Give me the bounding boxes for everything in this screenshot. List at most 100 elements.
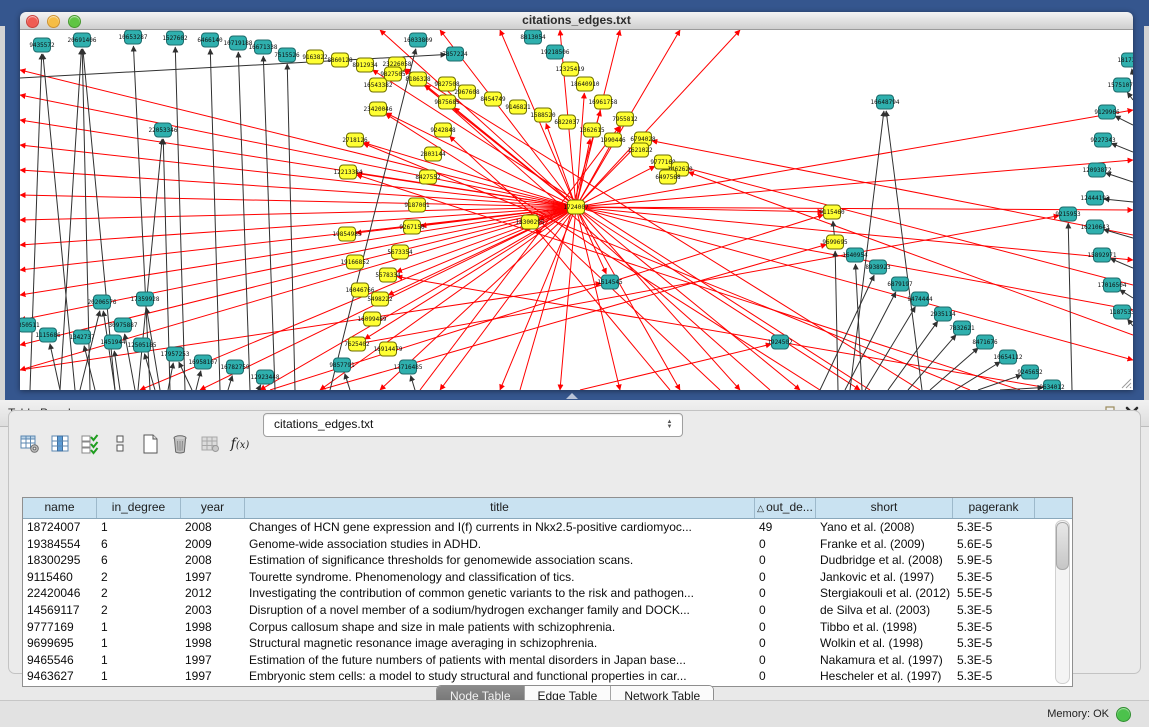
graph-node[interactable]: 16099489 <box>358 312 387 326</box>
graph-node[interactable]: 8912934 <box>352 58 378 72</box>
graph-node[interactable]: 7832621 <box>949 321 975 335</box>
table-row[interactable]: 2242004622012Investigating the contribut… <box>23 585 1072 602</box>
graph-node[interactable]: 16782759 <box>221 360 250 374</box>
graph-node[interactable]: 1817304 <box>1117 53 1133 67</box>
graph-node[interactable]: 12325419 <box>556 62 585 76</box>
table-row[interactable]: 1456911722003Disruption of a novel membe… <box>23 602 1072 619</box>
graph-node[interactable]: 1451944 <box>100 335 126 349</box>
table-row[interactable]: 1830029562008Estimation of significance … <box>23 552 1072 569</box>
network-canvas[interactable]: 1724007916382288601288912934232260589827… <box>20 30 1133 390</box>
graph-node[interactable]: 18640910 <box>571 77 600 91</box>
graph-node[interactable]: 9215953 <box>1055 207 1081 221</box>
graph-node[interactable]: 8454749 <box>480 92 506 106</box>
graph-node[interactable]: 30975887 <box>109 318 138 332</box>
new-document-button[interactable] <box>137 431 163 457</box>
graph-node[interactable]: 9435572 <box>29 38 55 52</box>
graph-node[interactable]: 17957253 <box>161 347 190 361</box>
table-settings-button[interactable] <box>17 431 43 457</box>
graph-node[interactable]: 9187001 <box>404 198 430 212</box>
graph-node[interactable]: 16210643 <box>1081 220 1110 234</box>
graph-node[interactable]: 2803144 <box>420 147 446 161</box>
graph-node[interactable]: 1187533 <box>1109 305 1133 319</box>
graph-node[interactable]: 17359928 <box>131 292 160 306</box>
graph-node[interactable]: 10653287 <box>119 30 148 44</box>
column-header-title[interactable]: title <box>245 498 755 518</box>
select-rows-button[interactable] <box>77 431 103 457</box>
graph-node[interactable]: 9699695 <box>822 235 848 249</box>
graph-node[interactable]: 8813054 <box>520 30 546 44</box>
graph-node[interactable]: 20206576 <box>88 295 117 309</box>
graph-node[interactable]: 15751074 <box>1108 78 1133 92</box>
graph-node[interactable]: 7625402 <box>344 337 370 351</box>
graph-node[interactable]: 5673354 <box>387 245 413 259</box>
split-divider-handle[interactable] <box>566 393 578 399</box>
table-row[interactable]: 969969511998Structural magnetic resonanc… <box>23 635 1072 652</box>
select-column-button[interactable] <box>47 431 73 457</box>
graph-node[interactable]: 7350511 <box>20 318 40 332</box>
table-row[interactable]: 1872400712008Changes of HCN gene express… <box>23 519 1072 536</box>
graph-node[interactable]: 6822037 <box>554 115 580 129</box>
graph-node[interactable]: 7515526 <box>274 48 300 62</box>
graph-node[interactable]: 10654112 <box>994 350 1023 364</box>
graph-node[interactable]: 16648794 <box>871 95 900 109</box>
graph-node[interactable]: 7857224 <box>442 47 468 61</box>
graph-node[interactable]: 12444193 <box>1081 191 1110 205</box>
graph-node[interactable]: 8471676 <box>972 335 998 349</box>
graph-node[interactable]: 17016504 <box>1098 278 1127 292</box>
graph-node[interactable]: 6466140 <box>197 33 223 47</box>
graph-node[interactable]: 1115686 <box>35 328 61 342</box>
graph-node[interactable]: 16961758 <box>589 95 618 109</box>
graph-node[interactable]: 8938923 <box>865 260 891 274</box>
graph-node[interactable]: 2935114 <box>930 307 956 321</box>
graph-node[interactable]: 2718126 <box>342 133 368 147</box>
column-header-short[interactable]: short <box>816 498 953 518</box>
graph-node[interactable]: 1924502 <box>767 335 793 349</box>
graph-node[interactable]: 20691406 <box>68 33 97 47</box>
graph-node[interactable]: 8427552 <box>415 170 441 184</box>
table-row[interactable]: 1938455462009Genome-wide association stu… <box>23 536 1072 553</box>
row-height-button[interactable] <box>107 431 133 457</box>
graph-node[interactable]: 16033809 <box>404 33 433 47</box>
graph-node[interactable]: 1588520 <box>530 108 556 122</box>
graph-node[interactable]: 22053346 <box>149 123 178 137</box>
table-row[interactable]: 946554611997Estimation of the future num… <box>23 652 1072 669</box>
graph-node[interactable]: 1342737 <box>69 330 95 344</box>
column-header-name[interactable]: name <box>23 498 97 518</box>
table-row[interactable]: 911546021997Tourette syndrome. Phenomeno… <box>23 569 1072 586</box>
graph-node[interactable]: 1362615 <box>579 123 605 137</box>
graph-node[interactable]: 9227343 <box>1090 133 1116 147</box>
graph-node[interactable]: 7955812 <box>612 112 638 126</box>
table-row[interactable]: 946362711997Embryonic stem cells: a mode… <box>23 668 1072 685</box>
function-builder-button[interactable]: f(x) <box>227 431 253 457</box>
graph-node[interactable]: 9875685 <box>434 95 460 109</box>
import-table-button[interactable] <box>197 431 223 457</box>
graph-node[interactable]: 16958107 <box>189 355 218 369</box>
graph-node[interactable]: 9242848 <box>430 123 456 137</box>
resize-grip-icon[interactable] <box>1120 377 1132 389</box>
graph-node[interactable]: 9146821 <box>505 100 531 114</box>
graph-node[interactable]: 16914479 <box>374 342 403 356</box>
graph-node[interactable]: 8186328 <box>405 72 431 86</box>
graph-node[interactable]: 19166852 <box>341 255 370 269</box>
column-header-out_de[interactable]: △out_de... <box>755 498 816 518</box>
graph-node[interactable]: 8860128 <box>327 53 353 67</box>
graph-node[interactable]: 2967608 <box>454 85 480 99</box>
scrollbar-thumb[interactable] <box>1056 522 1069 570</box>
graph-node[interactable]: 5578334 <box>375 268 401 282</box>
graph-node[interactable]: 1990446 <box>600 133 626 147</box>
graph-node[interactable]: 9115460 <box>819 205 845 219</box>
table-vertical-scrollbar[interactable] <box>1055 520 1070 684</box>
graph-node[interactable]: 5498222 <box>367 292 393 306</box>
delete-table-button[interactable] <box>167 431 193 457</box>
graph-node[interactable]: 12213384 <box>334 165 363 179</box>
column-header-year[interactable]: year <box>181 498 245 518</box>
graph-node[interactable]: 12923448 <box>251 370 280 384</box>
graph-node[interactable]: 9634012 <box>1039 380 1065 390</box>
graph-node[interactable]: 19218506 <box>541 45 570 59</box>
graph-node[interactable]: 9163822 <box>302 50 328 64</box>
network-table-select[interactable]: citations_edges.txt ▲▼ <box>263 413 683 437</box>
column-header-pagerank[interactable]: pagerank <box>953 498 1035 518</box>
graph-node[interactable]: 9857791 <box>329 358 355 372</box>
graph-node[interactable]: 16046766 <box>346 283 375 297</box>
graph-node[interactable]: 12093872 <box>1083 163 1112 177</box>
